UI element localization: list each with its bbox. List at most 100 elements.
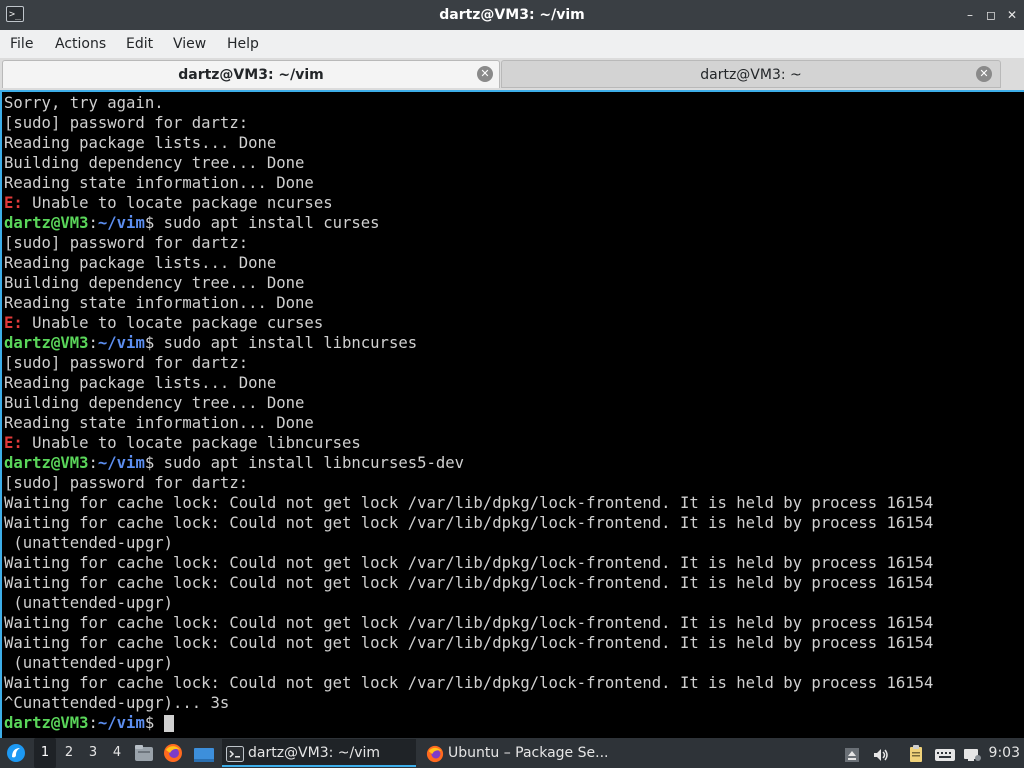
menu-help[interactable]: Help	[227, 30, 259, 58]
keyboard-icon[interactable]	[934, 745, 956, 761]
prompt-user: dartz@VM3	[4, 454, 89, 472]
error-tag: E:	[4, 314, 23, 332]
terminal-line: Sorry, try again.	[4, 94, 164, 112]
terminal-line: Reading package lists... Done	[4, 134, 277, 152]
volume-icon[interactable]	[872, 745, 890, 761]
text-cursor	[163, 715, 174, 732]
workspace-1[interactable]: 1	[34, 738, 56, 768]
network-icon[interactable]	[962, 745, 982, 761]
terminal-line: Waiting for cache lock: Could not get lo…	[4, 554, 934, 572]
prompt-path: ~/vim	[97, 214, 145, 232]
minimize-button[interactable]: –	[962, 6, 978, 24]
prompt-user: dartz@VM3	[4, 714, 89, 732]
task-terminal[interactable]: dartz@VM3: ~/vim	[222, 739, 416, 767]
prompt-separator: :	[88, 454, 98, 472]
terminal-line: Reading state information... Done	[4, 294, 314, 312]
prompt-path: ~/vim	[97, 334, 145, 352]
terminal-line: dartz@VM3:~/vim$ sudo apt install libncu…	[4, 333, 933, 353]
tab-bar: dartz@VM3: ~/vim ✕ dartz@VM3: ~ ✕	[0, 58, 1024, 90]
clock[interactable]: 9:03	[988, 738, 1020, 768]
error-message: Unable to locate package libncurses	[22, 434, 361, 452]
clipboard-icon[interactable]	[908, 745, 926, 762]
terminal-line: E: Unable to locate package libncurses	[4, 433, 933, 453]
tab-vim[interactable]: dartz@VM3: ~/vim ✕	[2, 60, 500, 88]
desktop-icon[interactable]	[193, 745, 215, 762]
workspace-3[interactable]: 3	[82, 738, 104, 768]
window-title: dartz@VM3: ~/vim	[439, 7, 585, 23]
tab-close-icon[interactable]: ✕	[477, 66, 493, 82]
prompt-path: ~/vim	[97, 714, 145, 732]
prompt-separator: :	[88, 714, 98, 732]
file-manager-icon[interactable]	[134, 744, 154, 762]
terminal-line: (unattended-upgr)	[4, 654, 173, 672]
error-message: Unable to locate package ncurses	[22, 194, 333, 212]
prompt-user: dartz@VM3	[4, 214, 89, 232]
firefox-icon[interactable]	[163, 743, 183, 763]
error-tag: E:	[4, 194, 23, 212]
window-titlebar[interactable]: >_ dartz@VM3: ~/vim – ◻ ✕	[0, 0, 1024, 30]
terminal-icon	[226, 745, 244, 762]
tab-label: dartz@VM3: ~/vim	[178, 67, 324, 83]
error-message: Unable to locate package curses	[22, 314, 324, 332]
menu-file[interactable]: File	[10, 30, 33, 58]
terminal-line: dartz@VM3:~/vim$ sudo apt install libncu…	[4, 453, 933, 473]
task-label: Ubuntu – Package Se...	[448, 745, 609, 761]
prompt-dollar: $	[144, 714, 155, 732]
command-text: sudo apt install curses	[154, 214, 380, 232]
terminal-line: Reading package lists... Done	[4, 254, 277, 272]
task-label: dartz@VM3: ~/vim	[248, 745, 381, 761]
terminal-line: Reading package lists... Done	[4, 374, 277, 392]
terminal-line: Building dependency tree... Done	[4, 154, 305, 172]
terminal-line: Waiting for cache lock: Could not get lo…	[4, 494, 934, 512]
workspace-4[interactable]: 4	[106, 738, 128, 768]
command-text	[154, 714, 163, 732]
command-text: sudo apt install libncurses5-dev	[154, 454, 465, 472]
prompt-dollar: $	[144, 334, 155, 352]
firefox-icon	[426, 745, 444, 763]
terminal-line: Waiting for cache lock: Could not get lo…	[4, 574, 934, 592]
terminal-line: [sudo] password for dartz:	[4, 354, 249, 372]
terminal-line: Waiting for cache lock: Could not get lo…	[4, 674, 934, 692]
terminal-line: ^Cunattended-upgr)... 3s	[4, 694, 230, 712]
terminal-line: [sudo] password for dartz:	[4, 234, 249, 252]
terminal-output: Sorry, try again. [sudo] password for dar…	[4, 93, 933, 733]
terminal-line: dartz@VM3:~/vim$	[4, 713, 933, 733]
eject-icon[interactable]	[844, 745, 862, 762]
taskbar: 1 2 3 4 dartz@VM3: ~/vim Ubuntu – Packag…	[0, 738, 1024, 768]
terminal-line: E: Unable to locate package curses	[4, 313, 933, 333]
menu-bar: File Actions Edit View Help	[0, 30, 1024, 59]
workspace-2[interactable]: 2	[58, 738, 80, 768]
terminal-line: E: Unable to locate package ncurses	[4, 193, 933, 213]
terminal-line: dartz@VM3:~/vim$ sudo apt install curses	[4, 213, 933, 233]
menu-edit[interactable]: Edit	[126, 30, 153, 58]
terminal-line: (unattended-upgr)	[4, 534, 173, 552]
tab-close-icon[interactable]: ✕	[976, 66, 992, 82]
terminal-line: Building dependency tree... Done	[4, 274, 305, 292]
tab-label: dartz@VM3: ~	[700, 67, 802, 83]
tab-home[interactable]: dartz@VM3: ~ ✕	[501, 60, 1001, 88]
prompt-dollar: $	[144, 454, 155, 472]
prompt-separator: :	[88, 334, 98, 352]
terminal-line: Waiting for cache lock: Could not get lo…	[4, 614, 934, 632]
close-button[interactable]: ✕	[1004, 6, 1020, 24]
terminal-line: (unattended-upgr)	[4, 594, 173, 612]
menu-view[interactable]: View	[173, 30, 206, 58]
terminal-line: Reading state information... Done	[4, 174, 314, 192]
prompt-user: dartz@VM3	[4, 334, 89, 352]
maximize-button[interactable]: ◻	[983, 6, 999, 24]
terminal-line: [sudo] password for dartz:	[4, 474, 249, 492]
prompt-path: ~/vim	[97, 454, 145, 472]
terminal-line: [sudo] password for dartz:	[4, 114, 249, 132]
prompt-separator: :	[88, 214, 98, 232]
start-menu-icon[interactable]	[6, 743, 26, 763]
terminal-line: Building dependency tree... Done	[4, 394, 305, 412]
task-firefox[interactable]: Ubuntu – Package Se...	[422, 739, 642, 767]
menu-actions[interactable]: Actions	[55, 30, 106, 58]
terminal-line: Reading state information... Done	[4, 414, 314, 432]
error-tag: E:	[4, 434, 23, 452]
terminal-line: Waiting for cache lock: Could not get lo…	[4, 634, 934, 652]
terminal-line: Waiting for cache lock: Could not get lo…	[4, 514, 934, 532]
command-text: sudo apt install libncurses	[154, 334, 418, 352]
terminal-view[interactable]: Sorry, try again. [sudo] password for dar…	[0, 90, 1024, 738]
prompt-dollar: $	[144, 214, 155, 232]
